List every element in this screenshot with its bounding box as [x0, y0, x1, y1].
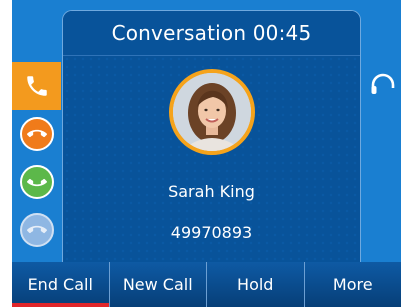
headset-icon[interactable] — [370, 72, 396, 98]
hold-button[interactable]: Hold — [207, 262, 305, 307]
disabled-circle — [19, 213, 54, 247]
more-button[interactable]: More — [304, 262, 401, 307]
conversation-title: Conversation 00:45 — [63, 11, 360, 56]
disabled-line-key — [12, 206, 61, 254]
end-call-accent — [12, 303, 109, 307]
end-call-circle — [19, 117, 54, 151]
end-call-button[interactable]: End Call — [12, 262, 110, 307]
softkey-bar: End Call New Call Hold More — [12, 262, 401, 307]
end-call-key[interactable] — [12, 110, 61, 158]
hangup-icon — [26, 129, 47, 138]
answer-key[interactable] — [12, 158, 61, 206]
conversation-panel: Conversation 00:45 Sarah King 49970893 — [62, 10, 361, 266]
line-key-active-call[interactable] — [12, 62, 61, 110]
line-key-strip — [12, 62, 61, 262]
answer-circle — [19, 165, 54, 199]
answer-icon — [26, 178, 47, 187]
hold-label: Hold — [237, 275, 274, 294]
phone-handset-icon — [26, 76, 47, 96]
caller-photo — [173, 73, 251, 151]
more-label: More — [332, 275, 373, 294]
end-call-label: End Call — [27, 275, 93, 294]
caller-number: 49970893 — [170, 223, 253, 242]
hangup-icon — [26, 225, 47, 234]
new-call-label: New Call — [122, 275, 193, 294]
caller-name: Sarah King — [168, 182, 255, 201]
new-call-button[interactable]: New Call — [109, 262, 207, 307]
caller-avatar — [169, 69, 255, 155]
phone-screen: Conversation 00:45 Sarah King 49970893 E… — [0, 0, 401, 307]
